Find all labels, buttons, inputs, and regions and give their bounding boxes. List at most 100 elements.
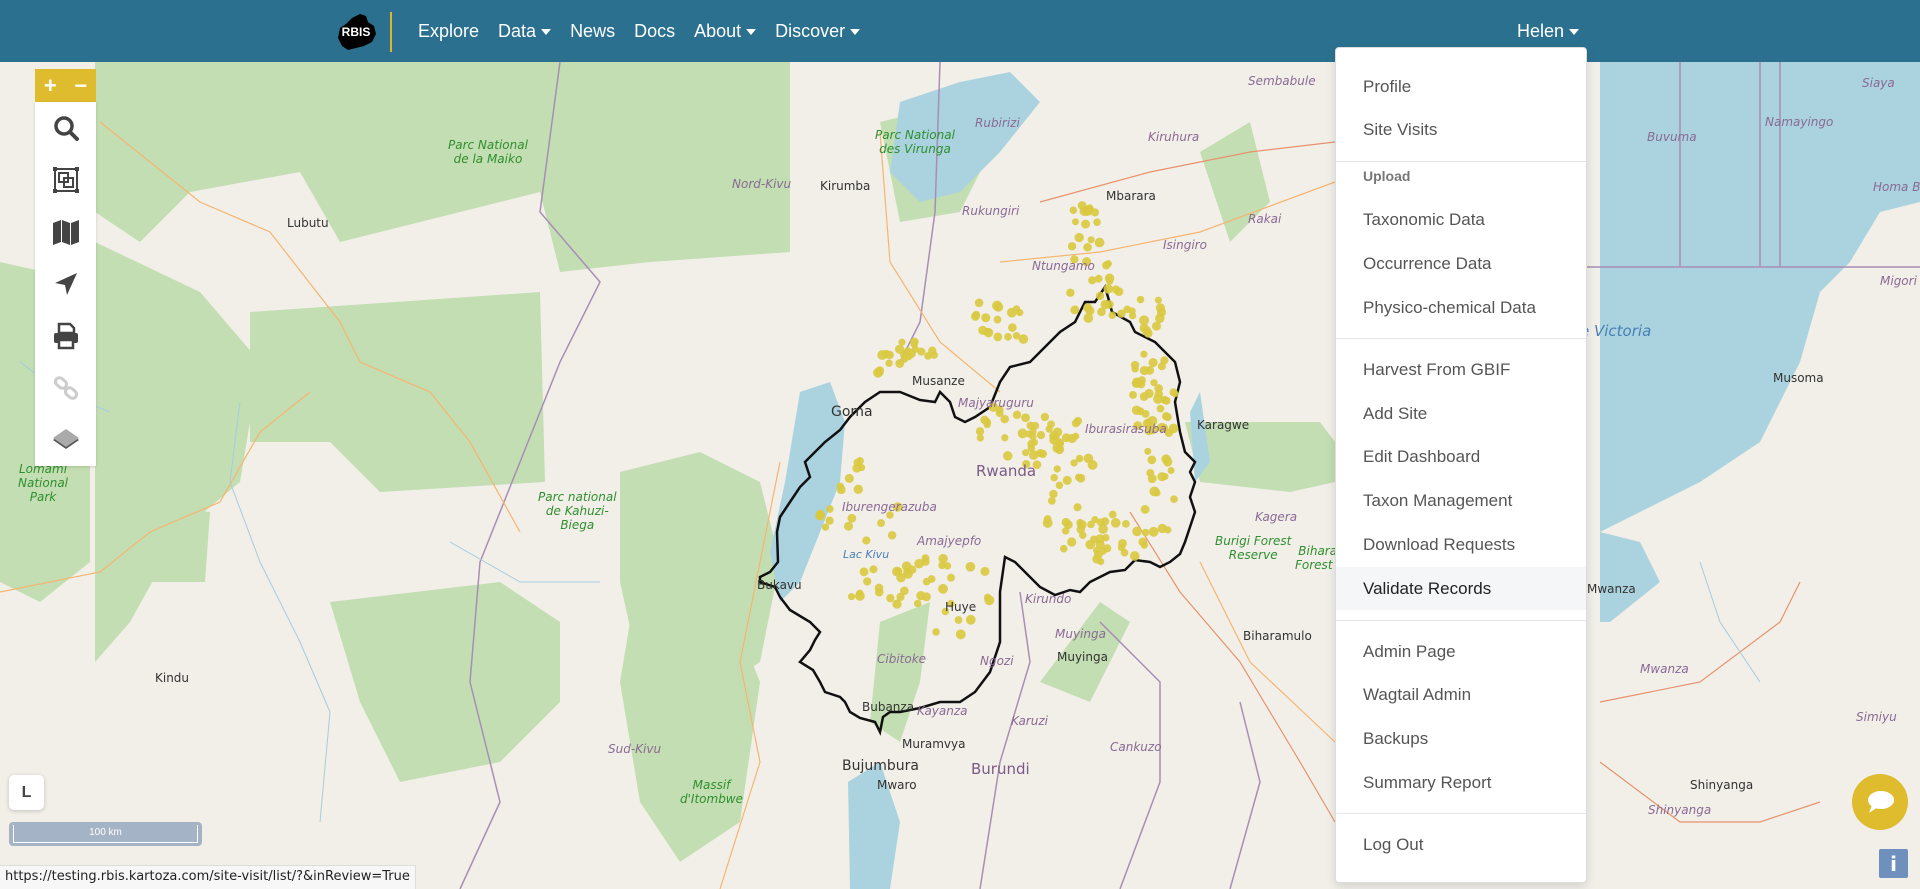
site-point[interactable]: [899, 350, 910, 360]
site-point[interactable]: [855, 591, 865, 601]
site-point[interactable]: [1132, 526, 1142, 537]
search-button[interactable]: [35, 102, 96, 154]
site-point[interactable]: [908, 565, 917, 574]
rbis-logo[interactable]: RBIS: [334, 10, 378, 52]
site-point[interactable]: [1117, 309, 1126, 318]
site-point[interactable]: [1089, 535, 1098, 544]
site-point[interactable]: [1083, 453, 1094, 464]
site-point[interactable]: [1083, 242, 1092, 252]
map-canvas[interactable]: Parc National de la Maiko Parc National de…: [0, 62, 1920, 889]
site-point[interactable]: [821, 523, 830, 531]
spatial-filter-button[interactable]: [35, 154, 96, 206]
site-point[interactable]: [1012, 305, 1021, 313]
site-point[interactable]: [941, 607, 950, 616]
site-point[interactable]: [1070, 255, 1079, 264]
site-point[interactable]: [1132, 377, 1142, 388]
site-point[interactable]: [1108, 510, 1117, 519]
site-point[interactable]: [932, 628, 940, 636]
site-point[interactable]: [1082, 257, 1092, 267]
site-point[interactable]: [1087, 236, 1095, 244]
site-point[interactable]: [1021, 413, 1030, 423]
site-point[interactable]: [1140, 504, 1150, 514]
site-point[interactable]: [844, 473, 854, 483]
site-point[interactable]: [886, 511, 894, 519]
site-point[interactable]: [1131, 405, 1142, 416]
layer-switcher-button[interactable]: [35, 414, 96, 466]
menu-item-occurrence-data[interactable]: Occurrence Data: [1336, 244, 1586, 284]
site-point[interactable]: [1004, 332, 1012, 341]
site-point[interactable]: [1073, 503, 1082, 512]
site-point[interactable]: [1146, 468, 1155, 477]
site-point[interactable]: [1094, 237, 1105, 248]
site-point[interactable]: [970, 312, 980, 321]
site-point[interactable]: [853, 484, 863, 495]
menu-item-profile[interactable]: Profile: [1336, 67, 1586, 107]
site-point[interactable]: [1053, 465, 1061, 473]
site-point[interactable]: [1103, 284, 1113, 294]
site-point[interactable]: [1061, 527, 1070, 535]
site-point[interactable]: [1031, 421, 1040, 430]
site-point[interactable]: [1117, 543, 1126, 552]
site-point[interactable]: [1040, 412, 1050, 422]
site-point[interactable]: [1074, 232, 1084, 243]
site-point[interactable]: [1049, 435, 1059, 445]
site-point[interactable]: [859, 567, 869, 577]
site-point[interactable]: [1151, 321, 1162, 331]
site-point[interactable]: [1029, 433, 1037, 441]
site-point[interactable]: [1141, 409, 1150, 418]
site-point[interactable]: [1163, 413, 1172, 422]
site-point[interactable]: [1096, 518, 1105, 527]
site-point[interactable]: [1072, 432, 1080, 440]
site-point[interactable]: [1036, 431, 1046, 440]
site-point[interactable]: [863, 577, 872, 586]
site-point[interactable]: [1141, 528, 1150, 537]
site-point[interactable]: [993, 302, 1004, 312]
site-point[interactable]: [1129, 551, 1140, 561]
site-point[interactable]: [927, 575, 936, 583]
site-point[interactable]: [1160, 356, 1169, 365]
menu-item-site-visits[interactable]: Site Visits: [1336, 110, 1586, 150]
site-point[interactable]: [1047, 420, 1055, 429]
site-point[interactable]: [1062, 475, 1072, 485]
site-point[interactable]: [1105, 277, 1114, 285]
site-point[interactable]: [981, 313, 991, 323]
chat-button[interactable]: [1852, 774, 1908, 830]
site-point[interactable]: [993, 332, 1003, 342]
nav-news[interactable]: News: [570, 21, 615, 42]
site-point[interactable]: [995, 409, 1004, 418]
site-point[interactable]: [1048, 496, 1056, 505]
site-point[interactable]: [1001, 434, 1009, 442]
site-point[interactable]: [887, 530, 897, 540]
site-point[interactable]: [1110, 518, 1121, 528]
site-point[interactable]: [1138, 537, 1148, 547]
site-point[interactable]: [978, 325, 988, 335]
site-point[interactable]: [947, 599, 955, 608]
site-point[interactable]: [1066, 288, 1075, 297]
site-point[interactable]: [1100, 299, 1111, 310]
site-point[interactable]: [1012, 410, 1022, 420]
site-point[interactable]: [1049, 489, 1058, 499]
menu-item-taxonomic-data[interactable]: Taxonomic Data: [1336, 200, 1586, 240]
site-point[interactable]: [980, 566, 990, 576]
map-layers-button[interactable]: [35, 206, 96, 258]
site-point[interactable]: [1069, 206, 1078, 214]
site-point[interactable]: [1104, 260, 1112, 268]
site-point[interactable]: [900, 586, 909, 596]
site-point[interactable]: [1071, 218, 1079, 226]
site-point[interactable]: [1128, 307, 1136, 315]
site-point[interactable]: [895, 359, 905, 368]
site-point[interactable]: [1081, 219, 1091, 229]
print-button[interactable]: [35, 310, 96, 362]
site-point[interactable]: [938, 583, 948, 594]
site-point[interactable]: [1050, 473, 1058, 482]
site-point[interactable]: [882, 349, 891, 359]
site-point[interactable]: [1008, 323, 1017, 332]
site-point[interactable]: [1157, 523, 1168, 534]
site-point[interactable]: [1102, 534, 1110, 542]
site-point[interactable]: [1070, 459, 1078, 467]
site-point[interactable]: [895, 567, 903, 575]
nav-docs[interactable]: Docs: [634, 21, 675, 42]
site-point[interactable]: [1144, 388, 1154, 399]
site-point[interactable]: [1144, 447, 1152, 455]
legend-button[interactable]: L: [9, 775, 44, 810]
